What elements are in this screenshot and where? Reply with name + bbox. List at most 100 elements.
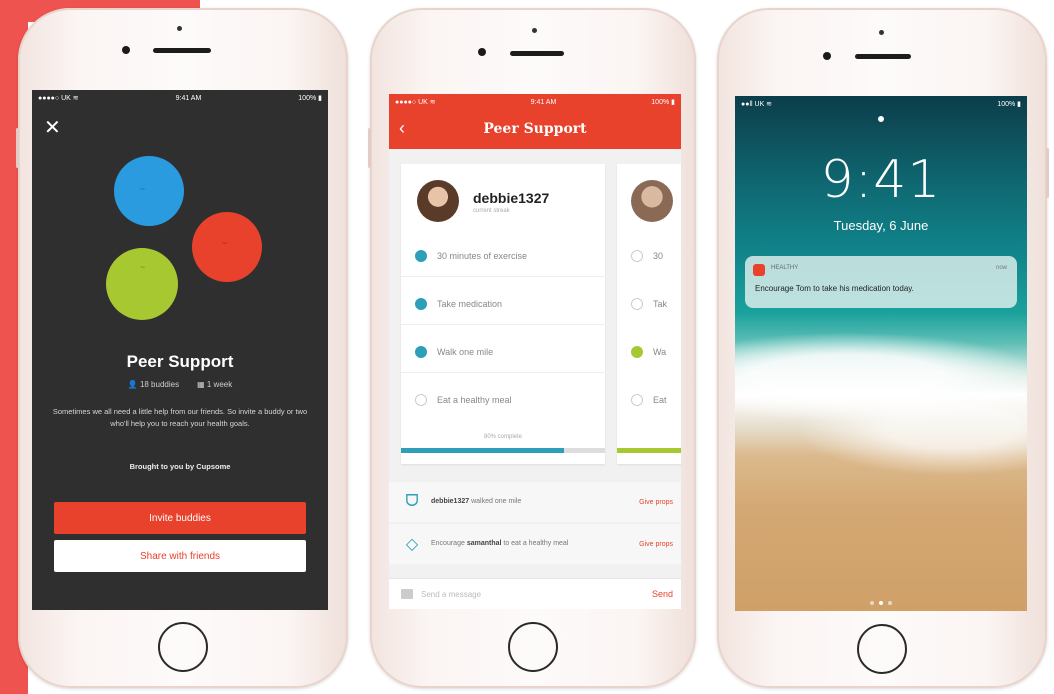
description-text: Sometimes we all need a little help from… bbox=[52, 407, 308, 428]
red-blob-icon: ~ bbox=[192, 212, 262, 282]
page-indicator bbox=[735, 601, 1027, 605]
buddies-count: 👤 18 buddies bbox=[128, 380, 179, 389]
calendar-icon: ▦ bbox=[197, 380, 207, 389]
buddy-card-partial[interactable]: 30 Tak Wa Eat bbox=[617, 164, 681, 464]
task-label: 30 minutes of exercise bbox=[437, 251, 528, 261]
sponsor-text: Brought to you by Cupsome bbox=[129, 462, 231, 471]
home-button[interactable] bbox=[857, 624, 907, 674]
checkbox-empty-icon[interactable] bbox=[415, 394, 427, 406]
give-props-link[interactable]: Give props bbox=[639, 499, 673, 506]
phone-peer-support-screen: ●●●●○ UK ≋ 9:41 AM 100% ▮ ‹ Peer Support… bbox=[368, 8, 696, 688]
activity-text: debbie1327 walked one mile bbox=[431, 498, 522, 505]
checkbox-empty-icon[interactable] bbox=[631, 250, 643, 262]
checkbox-checked-icon[interactable] bbox=[631, 346, 643, 358]
keyboard-icon[interactable] bbox=[401, 589, 413, 599]
task-item[interactable]: Eat bbox=[631, 394, 667, 406]
status-bar: ●●ll UK ≋ 100% ▮ bbox=[735, 96, 1027, 112]
front-sensor bbox=[177, 26, 182, 31]
front-sensor bbox=[532, 28, 537, 33]
notification-banner[interactable]: HEALTHY now Encourage Tom to take his me… bbox=[745, 256, 1017, 308]
task-item[interactable]: Wa bbox=[631, 346, 666, 358]
task-item[interactable]: Eat a healthy meal bbox=[415, 394, 512, 406]
front-camera bbox=[478, 48, 486, 56]
battery-label: 100% ▮ bbox=[651, 99, 675, 106]
lockscreen-date: Tuesday, 6 June bbox=[833, 218, 929, 233]
checkbox-checked-icon[interactable] bbox=[415, 298, 427, 310]
notification-time: now bbox=[995, 265, 1007, 271]
user-subtitle: current streak bbox=[473, 208, 510, 214]
give-props-link[interactable]: Give props bbox=[639, 541, 673, 548]
phone2-screen: ●●●●○ UK ≋ 9:41 AM 100% ▮ ‹ Peer Support… bbox=[389, 94, 681, 609]
task-label: Wa bbox=[653, 347, 667, 357]
home-button[interactable] bbox=[508, 622, 558, 672]
activity-row: ᗜ debbie1327 walked one mile Give props bbox=[389, 482, 681, 522]
checkbox-checked-icon[interactable] bbox=[415, 250, 427, 262]
lime-blob-icon: ~ bbox=[106, 248, 178, 320]
battery-label: 100% ▮ bbox=[997, 101, 1021, 108]
divider bbox=[401, 372, 605, 373]
activity-text: Encourage samanthal to eat a healthy mea… bbox=[431, 540, 569, 547]
volume-button bbox=[368, 128, 371, 168]
page-dot bbox=[888, 601, 892, 605]
avatar bbox=[417, 180, 459, 222]
blue-blob-icon: ~ bbox=[114, 156, 184, 226]
page-dot bbox=[870, 601, 874, 605]
username: debbie1327 bbox=[473, 190, 550, 206]
send-button[interactable]: Send bbox=[652, 589, 673, 599]
battery-label: 100% ▮ bbox=[298, 95, 322, 102]
duration: ▦ 1 week bbox=[197, 380, 232, 389]
task-item[interactable]: 30 minutes of exercise bbox=[415, 250, 527, 262]
earpiece-speaker bbox=[510, 51, 564, 56]
status-bar: ●●●●○ UK ≋ 9:41 AM 100% ▮ bbox=[389, 94, 681, 110]
invite-buddies-button[interactable]: Invite buddies bbox=[54, 502, 306, 534]
wave-foam bbox=[795, 396, 1027, 476]
task-item[interactable]: 30 bbox=[631, 250, 663, 262]
close-icon[interactable]: ✕ bbox=[44, 118, 61, 138]
activity-row: ◇ Encourage samanthal to eat a healthy m… bbox=[389, 524, 681, 564]
app-header: ●●●●○ UK ≋ 9:41 AM 100% ▮ ‹ Peer Support bbox=[389, 94, 681, 149]
page-dot-active bbox=[879, 601, 883, 605]
progress-fill bbox=[401, 448, 565, 453]
task-label: Eat a healthy meal bbox=[437, 395, 512, 405]
message-input[interactable]: Send a message bbox=[421, 590, 481, 599]
home-button[interactable] bbox=[158, 622, 208, 672]
carrier-label: ●●●●○ UK ≋ bbox=[38, 95, 79, 102]
carrier-label: ●●●●○ UK ≋ bbox=[395, 99, 436, 106]
checkbox-empty-icon[interactable] bbox=[631, 298, 643, 310]
buddies-label: 18 buddies bbox=[139, 380, 180, 389]
weeks-label: 1 week bbox=[206, 380, 233, 389]
app-icon bbox=[753, 264, 765, 276]
footsteps-icon: ᗜ bbox=[405, 493, 419, 510]
checkbox-empty-icon[interactable] bbox=[631, 394, 643, 406]
task-label: Walk one mile bbox=[437, 347, 494, 357]
earpiece-speaker bbox=[855, 54, 911, 59]
task-item[interactable]: Walk one mile bbox=[415, 346, 493, 358]
buddy-card[interactable]: debbie1327 current streak 30 minutes of … bbox=[401, 164, 605, 464]
lockscreen-time: 9:41 bbox=[820, 150, 942, 210]
carrier-label: ●●ll UK ≋ bbox=[741, 101, 773, 108]
meal-icon: ◇ bbox=[405, 536, 419, 553]
clock-label: 9:41 AM bbox=[530, 98, 557, 106]
task-label: Tak bbox=[653, 299, 668, 309]
notification-text: Encourage Tom to take his medication tod… bbox=[755, 284, 914, 293]
front-camera bbox=[122, 46, 130, 54]
task-item[interactable]: Take medication bbox=[415, 298, 502, 310]
progress-bar bbox=[617, 448, 681, 453]
phone3-screen: ●●ll UK ≋ 100% ▮ 9:41 Tuesday, 6 June HE… bbox=[735, 96, 1027, 611]
task-label: Eat bbox=[653, 395, 667, 405]
phone1-screen: ●●●●○ UK ≋ 9:41 AM 100% ▮ ✕ ~ ~ ~ Peer S… bbox=[32, 90, 328, 610]
task-item[interactable]: Tak bbox=[631, 298, 667, 310]
status-bar: ●●●●○ UK ≋ 9:41 AM 100% ▮ bbox=[32, 90, 328, 106]
front-sensor bbox=[879, 30, 884, 35]
progress-bar bbox=[401, 448, 605, 453]
share-with-friends-button[interactable]: Share with friends bbox=[54, 540, 306, 572]
front-camera bbox=[823, 52, 831, 60]
power-button bbox=[1046, 148, 1049, 198]
checkbox-checked-icon[interactable] bbox=[415, 346, 427, 358]
notification-app-name: HEALTHY bbox=[771, 265, 799, 271]
task-label: Take medication bbox=[437, 299, 503, 309]
progress-label: 80% complete bbox=[483, 434, 523, 440]
task-label: 30 bbox=[653, 251, 664, 261]
challenge-meta: 👤 18 buddies ▦ 1 week bbox=[32, 380, 328, 389]
earpiece-speaker bbox=[153, 48, 211, 53]
